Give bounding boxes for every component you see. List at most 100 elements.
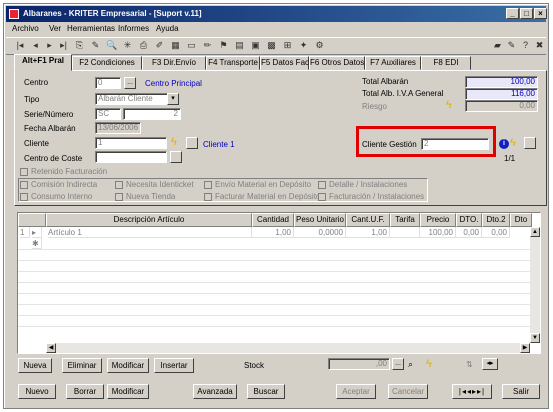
scroll-up-icon[interactable]: ▲ bbox=[530, 227, 540, 237]
numero-field[interactable]: 2 bbox=[123, 108, 181, 120]
copy-icon[interactable]: ⎘ bbox=[74, 40, 85, 51]
cliente-link[interactable]: Cliente 1 bbox=[203, 140, 235, 149]
vertical-scrollbar[interactable]: ▲ ▼ bbox=[530, 227, 540, 343]
col-tarifa[interactable]: Tarifa bbox=[390, 213, 420, 227]
tab-transporte[interactable]: F4 Transporte bbox=[206, 56, 260, 70]
paint-icon[interactable]: ✦ bbox=[298, 40, 309, 51]
spin-button[interactable]: ◂▸ bbox=[482, 358, 498, 370]
facturar-deposito-checkbox[interactable]: Facturar Material en Depósito bbox=[204, 192, 320, 203]
centro-search-button[interactable]: ... bbox=[124, 77, 136, 89]
menu-archivo[interactable]: Archivo bbox=[12, 24, 39, 33]
first-record-icon[interactable]: |◂ bbox=[12, 40, 28, 51]
col-dto2[interactable]: Dto.2 bbox=[482, 213, 510, 227]
binoculars-icon[interactable]: ⌕ bbox=[408, 359, 413, 370]
lightning-icon[interactable]: ϟ bbox=[446, 100, 452, 111]
nueva-line-button[interactable]: Nueva bbox=[18, 358, 52, 373]
edit-icon[interactable]: ✐ bbox=[154, 40, 165, 51]
col-dto3[interactable]: Dto bbox=[510, 213, 532, 227]
form-icon[interactable]: ▦ bbox=[170, 40, 181, 51]
stock-search-button[interactable]: ... bbox=[392, 358, 404, 370]
sort-icon[interactable]: ⇅ bbox=[466, 360, 473, 369]
help-icon[interactable]: ? bbox=[520, 40, 531, 51]
coste-field[interactable] bbox=[95, 151, 167, 163]
tab-auxiliares[interactable]: F7 Auxiliares bbox=[365, 56, 421, 70]
minimize-button[interactable]: _ bbox=[506, 8, 519, 19]
menu-ver[interactable]: Ver bbox=[49, 24, 61, 33]
print-icon[interactable]: ⎙ bbox=[138, 40, 149, 51]
horizontal-scrollbar[interactable]: ◀ ▶ bbox=[46, 343, 530, 353]
cell-cantuf[interactable]: 1,00 bbox=[346, 227, 390, 238]
aceptar-button[interactable]: Aceptar bbox=[336, 384, 376, 399]
scroll-down-icon[interactable]: ▼ bbox=[530, 333, 540, 343]
cell-tarifa[interactable] bbox=[390, 227, 420, 238]
gestion-search-button[interactable] bbox=[524, 137, 536, 149]
scroll-left-icon[interactable]: ◀ bbox=[46, 343, 56, 353]
next-record-icon[interactable]: ▸ bbox=[44, 40, 55, 51]
calendar-icon[interactable]: ▣ bbox=[250, 40, 261, 51]
chevron-down-icon[interactable]: ▾ bbox=[167, 93, 179, 105]
nueva-tienda-checkbox[interactable]: Nueva Tienda bbox=[115, 192, 175, 203]
pencil-icon[interactable]: ✏ bbox=[202, 40, 213, 51]
wizard-icon[interactable]: ✳ bbox=[122, 40, 133, 51]
salir-button[interactable]: Salir bbox=[502, 384, 540, 399]
lightning-icon[interactable]: ϟ bbox=[426, 359, 432, 370]
cell-dto[interactable]: 0,00 bbox=[456, 227, 482, 238]
tab-pral[interactable]: Alt+F1 Pral bbox=[14, 54, 72, 71]
tab-dir-envio[interactable]: F3 Dir.Envío bbox=[142, 56, 206, 70]
eliminar-line-button[interactable]: Eliminar bbox=[62, 358, 102, 373]
cliente-search-button[interactable] bbox=[186, 137, 198, 149]
exit-icon[interactable]: ✖ bbox=[534, 40, 545, 51]
cancelar-button[interactable]: Cancelar bbox=[388, 384, 428, 399]
cell-cantidad[interactable]: 1,00 bbox=[252, 227, 294, 238]
envio-deposito-checkbox[interactable]: Envío Material en Depósito bbox=[204, 180, 311, 191]
cliente-field[interactable]: 1 bbox=[95, 137, 167, 149]
borrar-button[interactable]: Borrar bbox=[66, 384, 104, 399]
col-dto[interactable]: DTO. bbox=[456, 213, 482, 227]
flag-icon[interactable]: ⚑ bbox=[218, 40, 229, 51]
tab-datos-fac[interactable]: F5 Datos Fac bbox=[260, 56, 309, 70]
cell-peso[interactable]: 0,0000 bbox=[294, 227, 346, 238]
notes-icon[interactable]: ▰ bbox=[492, 40, 503, 51]
maximize-button[interactable]: □ bbox=[520, 8, 533, 19]
modificar-button[interactable]: Modificar bbox=[107, 384, 149, 399]
tab-edi[interactable]: F8 EDI bbox=[421, 56, 471, 70]
monitor-icon[interactable]: ▩ bbox=[266, 40, 277, 51]
lines-grid[interactable]: Descripción Artículo Cantidad Peso Unita… bbox=[17, 212, 541, 354]
menu-herramientas[interactable]: Herramientas bbox=[67, 24, 115, 33]
identicket-checkbox[interactable]: Necesita Identicket bbox=[115, 180, 194, 191]
col-peso[interactable]: Peso Unitario bbox=[294, 213, 346, 227]
close-button[interactable]: × bbox=[534, 8, 547, 19]
cell-descripcion[interactable]: Artículo 1 bbox=[48, 227, 252, 238]
buscar-button[interactable]: Buscar bbox=[247, 384, 285, 399]
avanzada-button[interactable]: Avanzada bbox=[193, 384, 237, 399]
window-icon[interactable]: ▭ bbox=[186, 40, 197, 51]
tag-icon[interactable]: ✎ bbox=[506, 40, 517, 51]
last-record-icon[interactable]: ▸| bbox=[58, 40, 69, 51]
tools-icon[interactable]: ✎ bbox=[90, 40, 101, 51]
comision-checkbox[interactable]: Comisión Indirecta bbox=[20, 180, 97, 191]
cell-precio[interactable]: 100,00 bbox=[420, 227, 456, 238]
col-descripcion[interactable]: Descripción Artículo bbox=[46, 213, 252, 227]
tab-condiciones[interactable]: F2 Condiciones bbox=[72, 56, 142, 70]
network-icon[interactable]: ⊞ bbox=[282, 40, 293, 51]
scroll-right-icon[interactable]: ▶ bbox=[520, 343, 530, 353]
cell-dto2[interactable]: 0,00 bbox=[482, 227, 510, 238]
preview-icon[interactable]: 🔍 bbox=[106, 40, 117, 51]
lightning-icon[interactable]: ϟ bbox=[171, 137, 177, 148]
retenido-checkbox[interactable]: Retenido Facturación bbox=[20, 167, 107, 178]
fecha-field[interactable]: 13/06/2006 bbox=[95, 122, 141, 134]
gear-icon[interactable]: ⚙ bbox=[314, 40, 325, 51]
menu-ayuda[interactable]: Ayuda bbox=[156, 24, 179, 33]
serie-field[interactable]: SC bbox=[95, 108, 121, 120]
col-precio[interactable]: Precio bbox=[420, 213, 456, 227]
insertar-line-button[interactable]: Insertar bbox=[154, 358, 194, 373]
info-icon[interactable]: i bbox=[499, 139, 509, 149]
centro-link[interactable]: Centro Principal bbox=[145, 79, 202, 88]
centro-field[interactable]: 0 bbox=[95, 77, 121, 89]
nuevo-button[interactable]: Nuevo bbox=[18, 384, 56, 399]
facturacion-inst-checkbox[interactable]: Facturación / Instalaciones bbox=[318, 192, 424, 203]
col-cantidad[interactable]: Cantidad bbox=[252, 213, 294, 227]
modificar-line-button[interactable]: Modificar bbox=[107, 358, 149, 373]
col-cantuf[interactable]: Cant.U.F. bbox=[346, 213, 390, 227]
consumo-checkbox[interactable]: Consumo Interno bbox=[20, 192, 92, 203]
